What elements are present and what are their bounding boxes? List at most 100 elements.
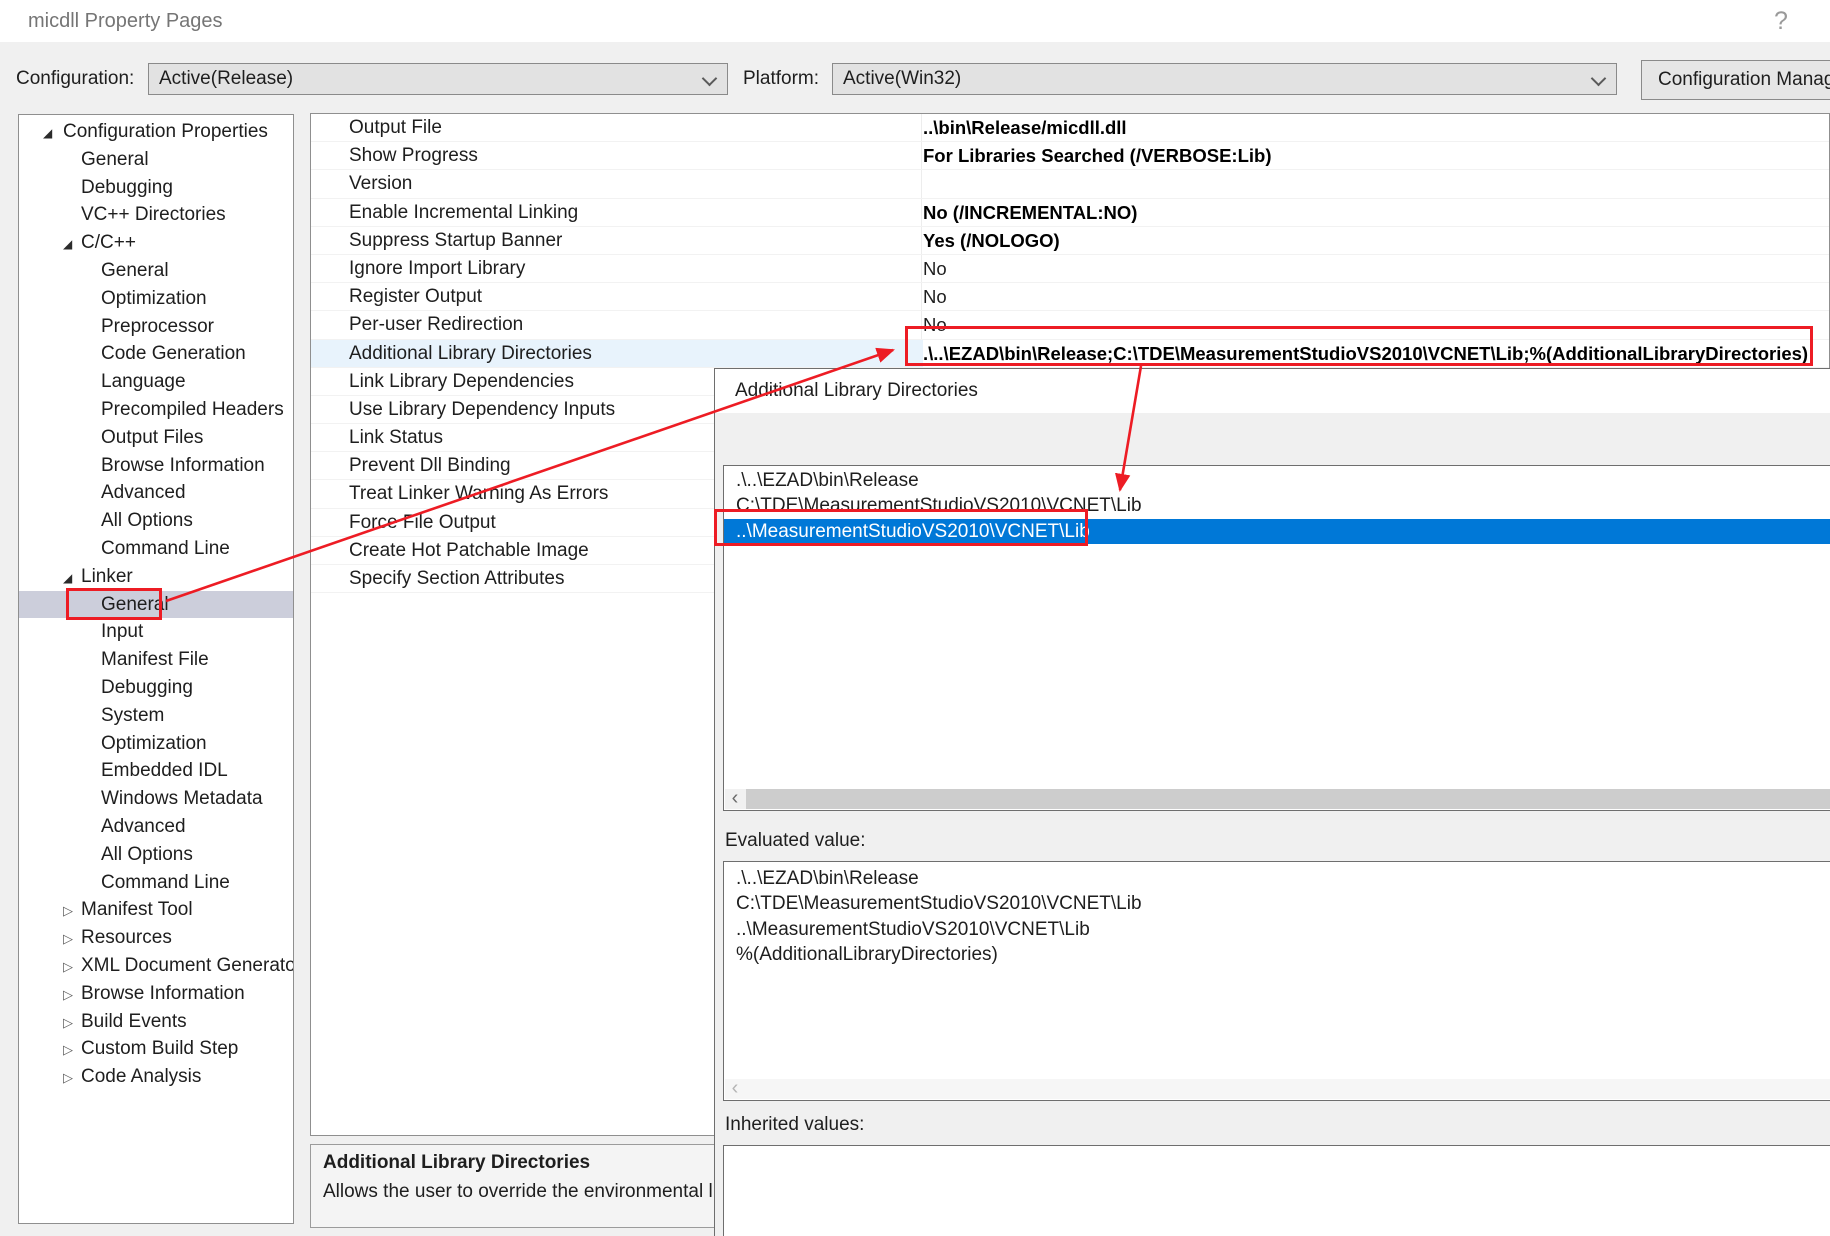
tree-item-label: General <box>81 149 149 170</box>
tree-item-label: Manifest File <box>101 649 209 670</box>
expander-expanded-icon[interactable] <box>43 118 52 148</box>
tree-item-label: Configuration Properties <box>63 121 268 142</box>
tree-item-input[interactable]: Input <box>19 618 293 646</box>
expander-collapsed-icon[interactable] <box>63 1035 73 1064</box>
tree-item-configuration-properties[interactable]: Configuration Properties <box>19 118 293 146</box>
chevron-down-icon <box>1591 71 1607 87</box>
tree-item-linker[interactable]: Linker <box>19 563 293 591</box>
inherited-values-box[interactable] <box>723 1145 1830 1236</box>
list-horizontal-scrollbar[interactable] <box>725 789 1830 809</box>
tree-item-label: Input <box>101 621 143 642</box>
tree-item-output-files[interactable]: Output Files <box>19 424 293 452</box>
expander-collapsed-icon[interactable] <box>63 980 73 1009</box>
configuration-manager-button[interactable]: Configuration Manage <box>1641 60 1830 100</box>
evaluated-value-lines: .\..\EZAD\bin\ReleaseC:\TDE\MeasurementS… <box>724 866 1830 967</box>
expander-collapsed-icon[interactable] <box>63 1063 73 1092</box>
expander-collapsed-icon[interactable] <box>63 1008 73 1037</box>
tree-item-code-generation[interactable]: Code Generation <box>19 340 293 368</box>
tree-item-c-c[interactable]: C/C++ <box>19 229 293 257</box>
expander-collapsed-icon[interactable] <box>63 896 73 925</box>
expander-collapsed-icon[interactable] <box>63 952 73 981</box>
tree-item-label: C/C++ <box>81 232 136 253</box>
property-value[interactable]: No <box>923 255 1829 282</box>
tree-item-windows-metadata[interactable]: Windows Metadata <box>19 785 293 813</box>
help-icon[interactable]: ? <box>1766 2 1796 40</box>
tree-item-general[interactable]: General <box>19 146 293 174</box>
tree-item-vc-directories[interactable]: VC++ Directories <box>19 201 293 229</box>
tree-item-language[interactable]: Language <box>19 368 293 396</box>
tree-item-xml-document-generator[interactable]: XML Document Generator <box>19 952 293 980</box>
configuration-dropdown[interactable]: Active(Release) <box>148 63 728 95</box>
tree-item-command-line[interactable]: Command Line <box>19 869 293 897</box>
expander-expanded-icon[interactable] <box>63 229 72 259</box>
tree-item-manifest-tool[interactable]: Manifest Tool <box>19 896 293 924</box>
tree-item-label: Command Line <box>101 872 230 893</box>
dialog-titlebar[interactable]: Additional Library Directories <box>715 369 1830 413</box>
tree-item-optimization[interactable]: Optimization <box>19 730 293 758</box>
property-row-register-output[interactable]: Register OutputNo <box>311 283 1829 311</box>
tree-item-label: Advanced <box>101 482 186 503</box>
tree-item-precompiled-headers[interactable]: Precompiled Headers <box>19 396 293 424</box>
tree-item-custom-build-step[interactable]: Custom Build Step <box>19 1035 293 1063</box>
tree-item-advanced[interactable]: Advanced <box>19 479 293 507</box>
tree-item-all-options[interactable]: All Options <box>19 507 293 535</box>
property-row-suppress-startup-banner[interactable]: Suppress Startup BannerYes (/NOLOGO) <box>311 227 1829 255</box>
tree-item-label: Custom Build Step <box>81 1038 238 1059</box>
tree-item-optimization[interactable]: Optimization <box>19 285 293 313</box>
tree-item-browse-information[interactable]: Browse Information <box>19 452 293 480</box>
tree-item-manifest-file[interactable]: Manifest File <box>19 646 293 674</box>
property-value[interactable] <box>923 170 1829 197</box>
tree-item-resources[interactable]: Resources <box>19 924 293 952</box>
dialog-title: Additional Library Directories <box>735 369 978 413</box>
evaluated-value-label: Evaluated value: <box>725 827 866 855</box>
tree-item-label: Embedded IDL <box>101 760 228 781</box>
property-value[interactable]: No (/INCREMENTAL:NO) <box>923 199 1829 226</box>
tree-item-preprocessor[interactable]: Preprocessor <box>19 313 293 341</box>
tree-item-label: Advanced <box>101 816 186 837</box>
property-value[interactable]: ..\bin\Release/micdll.dll <box>923 114 1829 141</box>
platform-dropdown[interactable]: Active(Win32) <box>832 63 1617 95</box>
evaluated-value-line: %(AdditionalLibraryDirectories) <box>724 942 1830 967</box>
configuration-dropdown-value: Active(Release) <box>159 68 293 89</box>
property-value[interactable]: Yes (/NOLOGO) <box>923 227 1829 254</box>
window-titlebar: micdll Property Pages ? <box>0 0 1830 42</box>
property-value[interactable]: For Libraries Searched (/VERBOSE:Lib) <box>923 142 1829 169</box>
property-row-version[interactable]: Version <box>311 170 1829 198</box>
tree-item-label: All Options <box>101 844 193 865</box>
tree-item-code-analysis[interactable]: Code Analysis <box>19 1063 293 1091</box>
property-label: Additional Library Directories <box>311 340 923 367</box>
tree-item-all-options[interactable]: All Options <box>19 841 293 869</box>
evaluated-horizontal-scrollbar[interactable] <box>725 1079 1830 1099</box>
expander-collapsed-icon[interactable] <box>63 924 73 953</box>
tree-item-general[interactable]: General <box>19 257 293 285</box>
tree-item-command-line[interactable]: Command Line <box>19 535 293 563</box>
scroll-left-icon[interactable] <box>725 1079 745 1099</box>
tree-item-embedded-idl[interactable]: Embedded IDL <box>19 757 293 785</box>
tree-item-label: Browse Information <box>81 983 245 1004</box>
tree-item-label: Browse Information <box>101 455 265 476</box>
tree-item-debugging[interactable]: Debugging <box>19 174 293 202</box>
description-title: Additional Library Directories <box>323 1152 590 1174</box>
property-value[interactable]: No <box>923 283 1829 310</box>
additional-library-directories-dialog: Additional Library Directories .\..\EZAD… <box>714 368 1830 1236</box>
tree-item-system[interactable]: System <box>19 702 293 730</box>
configuration-label: Configuration: <box>16 63 134 95</box>
evaluated-value-box: .\..\EZAD\bin\ReleaseC:\TDE\MeasurementS… <box>723 861 1830 1101</box>
tree-item-label: XML Document Generator <box>81 955 294 976</box>
tree-item-label: Linker <box>81 566 133 587</box>
tree-item-label: VC++ Directories <box>81 204 226 225</box>
tree-item-debugging[interactable]: Debugging <box>19 674 293 702</box>
tree-item-browse-information[interactable]: Browse Information <box>19 980 293 1008</box>
tree-item-advanced[interactable]: Advanced <box>19 813 293 841</box>
property-row-ignore-import-library[interactable]: Ignore Import LibraryNo <box>311 255 1829 283</box>
property-row-output-file[interactable]: Output File..\bin\Release/micdll.dll <box>311 114 1829 142</box>
property-row-enable-incremental-linking[interactable]: Enable Incremental LinkingNo (/INCREMENT… <box>311 199 1829 227</box>
scrollbar-thumb[interactable] <box>746 789 1830 809</box>
tree-item-label: Windows Metadata <box>101 788 263 809</box>
directory-list-item[interactable]: .\..\EZAD\bin\Release <box>724 468 1830 493</box>
tree-item-label: Preprocessor <box>101 316 214 337</box>
property-label: Register Output <box>311 283 923 310</box>
scroll-left-icon[interactable] <box>725 789 745 809</box>
tree-item-build-events[interactable]: Build Events <box>19 1008 293 1036</box>
property-row-show-progress[interactable]: Show ProgressFor Libraries Searched (/VE… <box>311 142 1829 170</box>
